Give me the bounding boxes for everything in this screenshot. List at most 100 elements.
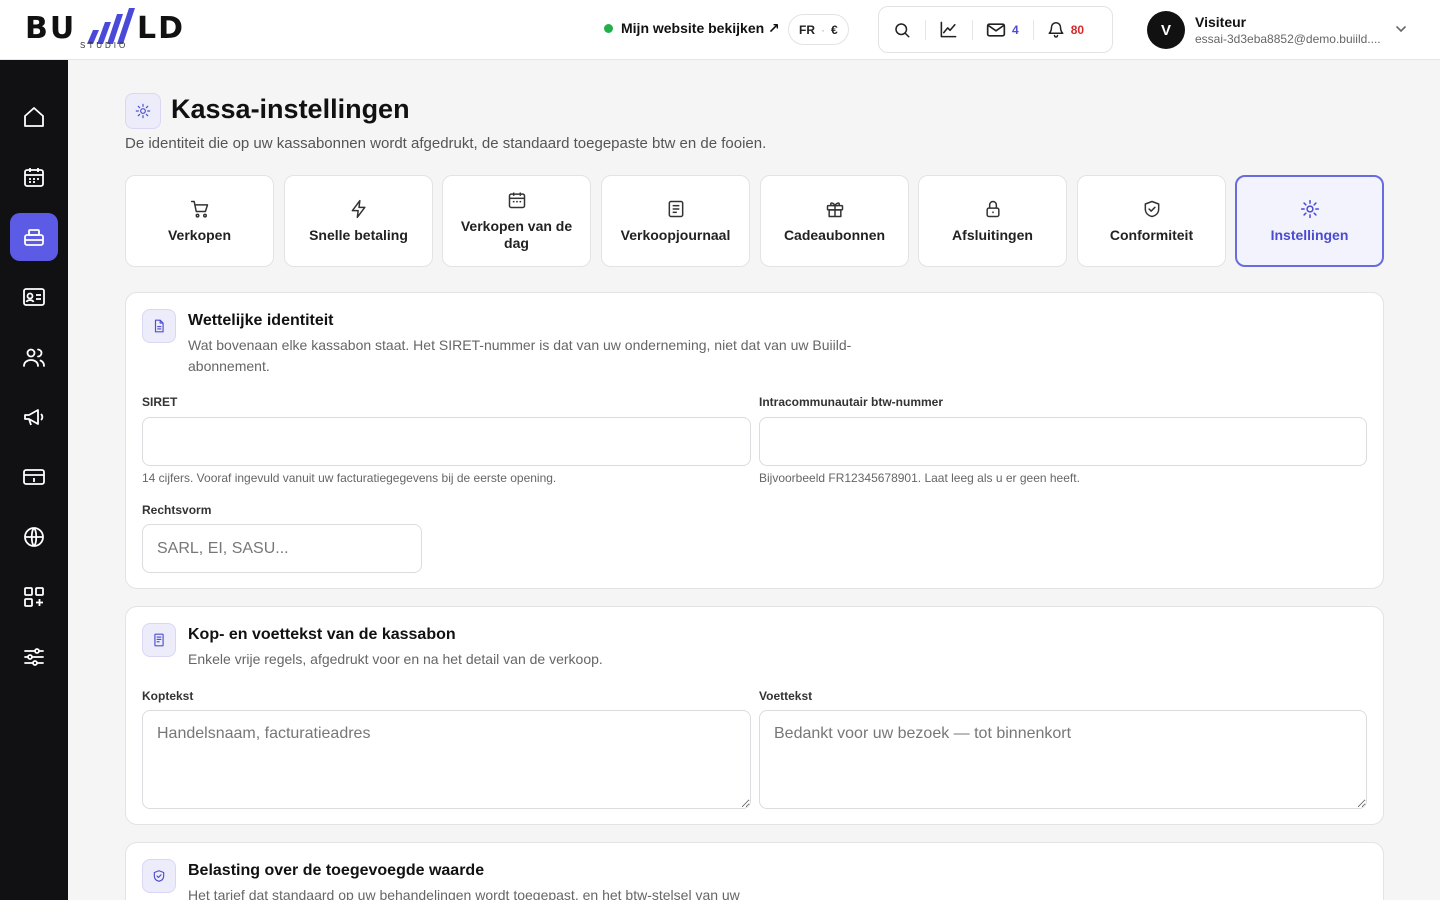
language-currency-selector[interactable]: FR · €: [788, 14, 849, 45]
sidebar: [0, 60, 68, 900]
shield-check-icon: [153, 870, 165, 882]
logo-word-left: BU: [25, 11, 77, 46]
brand-logo[interactable]: BU LD STUDIO: [25, 8, 185, 52]
legal-form-label: Rechtsvorm: [142, 503, 212, 517]
sliders-icon: [24, 648, 44, 666]
globe-icon: [24, 527, 44, 547]
separator-dot: ·: [821, 22, 825, 37]
messages-button[interactable]: 4: [972, 7, 1033, 52]
tab-label: Verkopen van de dag: [460, 218, 573, 251]
tab-afsluitingen[interactable]: Afsluitingen: [918, 175, 1067, 267]
megaphone-icon: [24, 409, 44, 426]
user-email: essai-3d3eba8852@demo.buiild....: [1195, 32, 1381, 46]
receipt-footer-label: Voettekst: [759, 689, 813, 703]
legal-form-input[interactable]: [142, 524, 422, 573]
sidebar-item-payments[interactable]: [10, 453, 58, 501]
tab-label: Verkoopjournaal: [620, 226, 731, 243]
card-icon-box: [142, 859, 176, 893]
gift-icon: [826, 201, 843, 217]
card-icon-box: [142, 623, 176, 657]
card-description: Wat bovenaan elke kassabon staat. Het SI…: [188, 337, 852, 374]
vat-number-label: Intracommunautair btw-nummer: [759, 395, 944, 409]
receipt-text-card: Kop- en voettekst van de kassabon Enkele…: [125, 606, 1384, 825]
document-icon: [154, 319, 164, 333]
gear-icon: [135, 103, 151, 119]
user-menu[interactable]: V Visiteur essai-3d3eba8852@demo.buiild.…: [1147, 11, 1381, 49]
gear-icon: [1300, 199, 1319, 218]
page-title: Kassa-instellingen: [171, 94, 410, 124]
tab-label: Verkopen: [167, 226, 232, 243]
online-status-dot: [604, 24, 613, 33]
sidebar-item-settings[interactable]: [10, 633, 58, 681]
bolt-icon: [351, 199, 366, 218]
receipt-footer-textarea[interactable]: [759, 710, 1367, 809]
calendar-icon: [24, 168, 44, 187]
mail-count: 4: [1012, 22, 1019, 37]
view-website-link[interactable]: Mijn website bekijken ↗: [604, 20, 780, 37]
card-description: Enkele vrije regels, afgedrukt voor en n…: [188, 651, 603, 667]
home-icon: [24, 107, 44, 127]
tab-label: Instellingen: [1270, 226, 1349, 243]
notification-count: 80: [1070, 22, 1085, 37]
sidebar-item-marketing[interactable]: [10, 393, 58, 441]
tab-conformiteit[interactable]: Conformiteit: [1077, 175, 1226, 267]
siret-label: SIRET: [142, 395, 178, 409]
header-actions: 4 80: [878, 6, 1113, 53]
vat-number-input[interactable]: [759, 417, 1367, 466]
tab-label: Cadeaubonnen: [783, 226, 886, 243]
card-icon: [23, 469, 45, 485]
sidebar-item-home[interactable]: [10, 93, 58, 141]
card-icon-box: [142, 309, 176, 343]
id-card-icon: [23, 288, 45, 306]
section-tabs: Verkopen Snelle betaling Verkopen van de…: [125, 175, 1384, 267]
tab-verkoopjournaal[interactable]: Verkoopjournaal: [601, 175, 750, 267]
sidebar-item-contacts[interactable]: [10, 273, 58, 321]
logo-word-right: LD: [137, 11, 186, 46]
logo-subtitle: STUDIO: [80, 41, 129, 50]
bell-icon: [1048, 22, 1064, 38]
sidebar-item-apps[interactable]: [10, 573, 58, 621]
siret-input[interactable]: [142, 417, 751, 466]
page-subtitle: De identiteit die op uw kassabonnen word…: [125, 135, 767, 152]
sidebar-item-users[interactable]: [10, 333, 58, 381]
card-description: Het tarief dat standaard op uw behandeli…: [188, 887, 740, 900]
calendar-icon: [508, 192, 525, 209]
tab-verkopen[interactable]: Verkopen: [125, 175, 274, 267]
view-website-label: Mijn website bekijken ↗: [621, 20, 780, 36]
sidebar-item-website[interactable]: [10, 513, 58, 561]
sidebar-item-register[interactable]: [10, 213, 58, 261]
shield-check-icon: [1144, 200, 1159, 217]
tab-verkopen-van-de-dag[interactable]: Verkopen van de dag: [442, 175, 591, 267]
chart-line-icon: [940, 21, 957, 38]
stats-button[interactable]: [925, 7, 972, 52]
tab-snelle-betaling[interactable]: Snelle betaling: [284, 175, 433, 267]
chevron-down-icon[interactable]: [1395, 24, 1407, 34]
receipt-header-label: Koptekst: [142, 689, 194, 703]
tab-label: Snelle betaling: [309, 226, 408, 243]
language-code: FR: [799, 22, 815, 37]
card-title: Belasting over de toegevoegde waarde: [188, 862, 485, 879]
receipt-header-textarea[interactable]: [142, 710, 751, 809]
cart-icon: [190, 200, 208, 218]
tab-label: Conformiteit: [1109, 226, 1194, 243]
tab-label: Afsluitingen: [952, 226, 1033, 243]
users-icon: [23, 348, 45, 367]
sidebar-item-calendar[interactable]: [10, 153, 58, 201]
avatar: V: [1147, 11, 1185, 49]
tab-instellingen[interactable]: Instellingen: [1235, 175, 1384, 267]
tab-cadeaubonnen[interactable]: Cadeaubonnen: [760, 175, 909, 267]
top-bar: BU LD STUDIO Mijn website bekijken ↗ FR …: [0, 0, 1440, 60]
currency-symbol: €: [831, 22, 838, 37]
user-name: Visiteur: [1195, 14, 1247, 30]
vat-number-hint: Bijvoorbeeld FR12345678901. Laat leeg al…: [759, 471, 1080, 485]
legal-identity-card: Wettelijke identiteit Wat bovenaan elke …: [125, 292, 1384, 589]
card-title: Kop- en voettekst van de kassabon: [188, 626, 456, 643]
receipt-icon: [154, 633, 164, 647]
lock-icon: [985, 200, 1000, 217]
register-icon: [24, 229, 44, 246]
apps-icon: [24, 587, 44, 607]
search-button[interactable]: [879, 7, 925, 52]
siret-hint: 14 cijfers. Vooraf ingevuld vanuit uw fa…: [142, 471, 557, 485]
notifications-button[interactable]: 80: [1032, 7, 1098, 52]
mail-icon: [986, 22, 1006, 37]
